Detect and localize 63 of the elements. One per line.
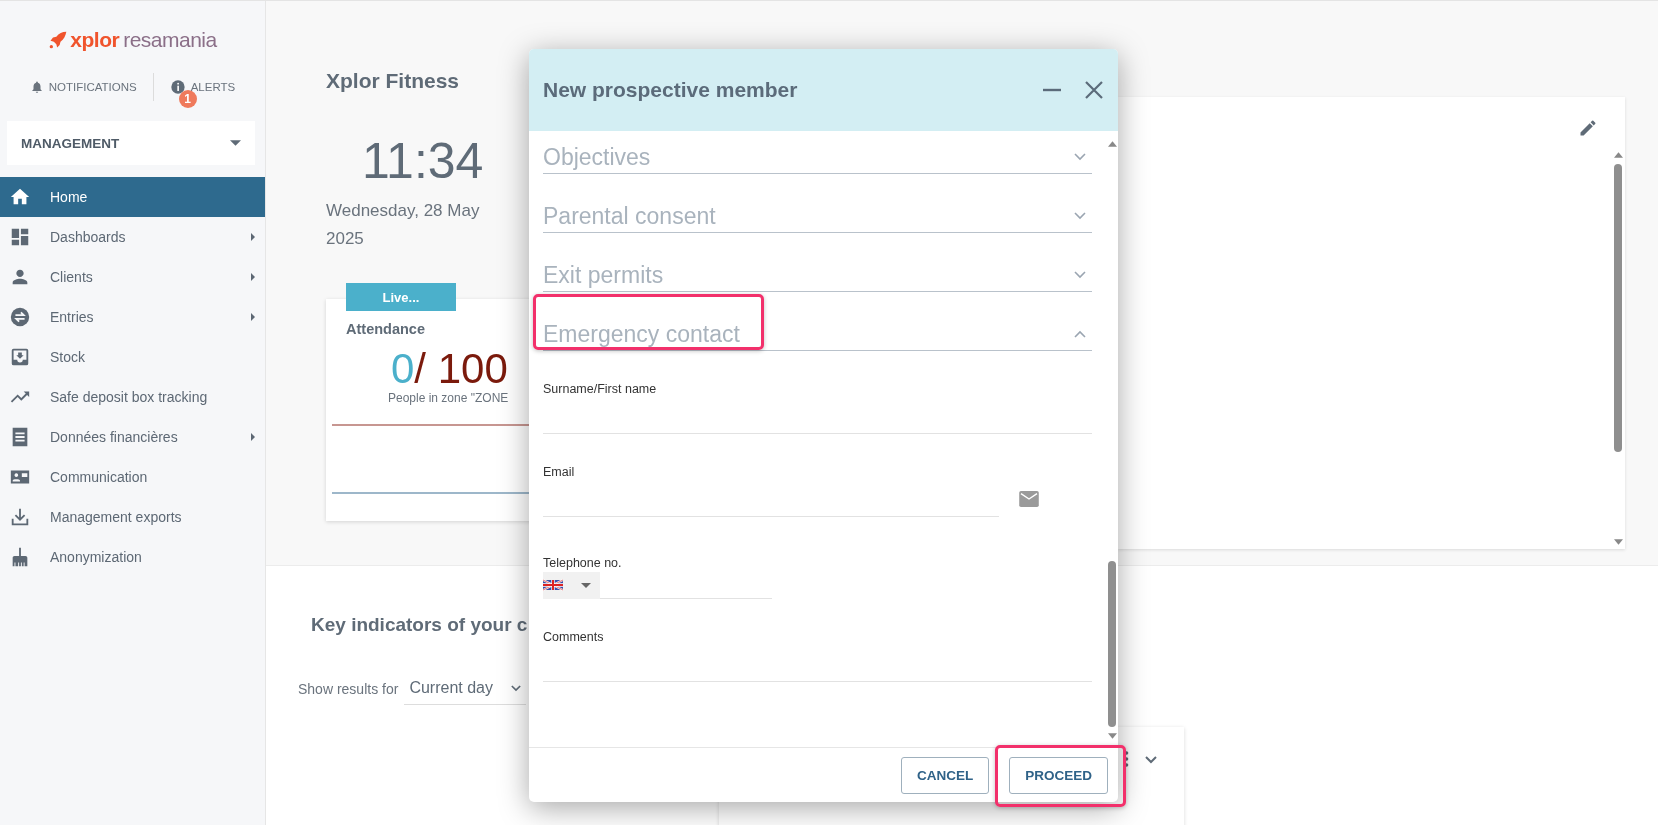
- menu-item[interactable]: Anonymization: [0, 537, 265, 577]
- bell-icon: [29, 80, 44, 94]
- notifications-button[interactable]: NOTIFICATIONS: [29, 80, 137, 94]
- logo-wordmark[interactable]: xplor resamania: [70, 28, 217, 52]
- menu-item[interactable]: Entries: [0, 297, 265, 337]
- menu-item[interactable]: Dashboards: [0, 217, 265, 257]
- attendance-capacity: / 100: [414, 345, 508, 392]
- caret-icon: [230, 140, 241, 146]
- country-code-select[interactable]: [543, 571, 600, 599]
- club-title: Xplor Fitness: [326, 69, 460, 93]
- chevron-down-icon: [1074, 153, 1086, 161]
- live-tag: Live...: [346, 283, 456, 311]
- menu-item[interactable]: Safe deposit box tracking: [0, 377, 265, 417]
- scroll-down-icon[interactable]: [1107, 733, 1117, 739]
- submenu-arrow-icon: [251, 273, 255, 281]
- chevron-down-icon[interactable]: [1145, 756, 1157, 764]
- dialog-title: New prospective member: [543, 78, 799, 102]
- cancel-button[interactable]: CANCEL: [901, 756, 990, 794]
- close-icon[interactable]: [1084, 80, 1104, 100]
- scrollbar[interactable]: [1613, 152, 1623, 545]
- clock-date: Wednesday, 28 May 2025: [326, 200, 481, 250]
- attendance-current: 0: [391, 345, 415, 392]
- section-title: Key indicators of your c: [311, 614, 529, 636]
- menu-item[interactable]: Home: [0, 177, 265, 217]
- dashboard-icon: [9, 226, 31, 248]
- submenu-arrow-icon: [251, 433, 255, 441]
- scrollbar-thumb[interactable]: [1614, 164, 1622, 452]
- chevron-up-icon: [1074, 330, 1086, 338]
- alert-count-badge: 1: [178, 90, 197, 108]
- chevron-down-icon: [1074, 271, 1086, 279]
- menu-item[interactable]: Clients: [0, 257, 265, 297]
- flag-icon: [543, 579, 563, 591]
- swap-icon: [9, 306, 31, 328]
- period-select[interactable]: Current day: [404, 672, 527, 705]
- filter-label: Show results for: [298, 680, 399, 697]
- menu-item[interactable]: Données financières: [0, 417, 265, 457]
- proceed-button[interactable]: PROCEED: [1009, 756, 1108, 794]
- scrollbar-thumb[interactable]: [1108, 561, 1116, 727]
- clock-time: 11:34: [362, 133, 484, 189]
- scroll-up-icon[interactable]: [1613, 152, 1623, 158]
- field-label: Telephone no.: [543, 555, 623, 571]
- context-dropdown[interactable]: MANAGEMENT: [7, 121, 255, 165]
- download-icon: [9, 506, 31, 528]
- menu-item[interactable]: Stock: [0, 337, 265, 377]
- rocket-icon: [48, 30, 69, 50]
- mail-icon: [1019, 490, 1039, 507]
- field-label: Surname/First name: [543, 381, 658, 397]
- inbox-icon: [9, 346, 31, 368]
- attendance-caption: People in zone "ZONE: [388, 391, 510, 405]
- scroll-up-icon[interactable]: [1107, 141, 1117, 147]
- caret-icon: [581, 582, 591, 588]
- field-label: Comments: [543, 629, 605, 645]
- chevron-down-icon: [511, 684, 522, 692]
- menu-item[interactable]: Management exports: [0, 497, 265, 537]
- info-icon: [169, 79, 186, 95]
- more-options-icon[interactable]: [1124, 751, 1129, 767]
- menu-item[interactable]: Communication: [0, 457, 265, 497]
- chevron-down-icon: [1074, 212, 1086, 220]
- scroll-down-icon[interactable]: [1613, 539, 1623, 545]
- field-label: Email: [543, 464, 576, 480]
- edit-icon[interactable]: [1578, 118, 1598, 138]
- submenu-arrow-icon: [251, 233, 255, 241]
- submenu-arrow-icon: [251, 313, 255, 321]
